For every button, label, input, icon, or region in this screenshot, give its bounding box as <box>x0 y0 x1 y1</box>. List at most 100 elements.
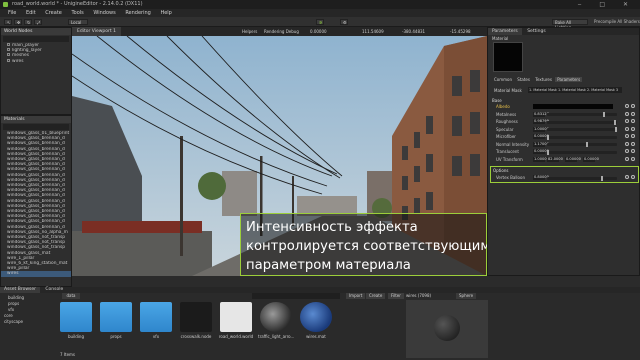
reset-icon[interactable] <box>625 119 629 123</box>
param-value-field[interactable]: 0.00000 <box>533 134 549 139</box>
revert-icon[interactable] <box>631 134 635 138</box>
vertex-balloon-value[interactable]: 0.80000 <box>533 175 549 180</box>
reset-icon[interactable] <box>625 156 629 161</box>
param-row-roughness[interactable]: Roughness 0.98799 <box>493 119 635 125</box>
asset-name: props <box>110 334 122 339</box>
menu-create[interactable]: Create <box>45 10 62 16</box>
revert-icon[interactable] <box>631 141 635 146</box>
scale-tool-button[interactable]: ⤢ <box>34 19 42 25</box>
reset-icon[interactable] <box>625 134 629 138</box>
param-row-specular[interactable]: Specular 1.00000 <box>493 126 635 133</box>
revert-icon[interactable] <box>631 111 635 116</box>
viewport-rendering-debug[interactable]: Rendering Debug <box>264 27 299 36</box>
tab-settings[interactable]: Settings <box>523 28 549 35</box>
tab-states[interactable]: States <box>515 77 532 82</box>
window-controls[interactable]: ‒ □ ✕ <box>578 0 636 9</box>
play-icon[interactable]: ✲ <box>316 19 324 25</box>
param-slider[interactable] <box>547 142 617 147</box>
tab-common[interactable]: Common <box>492 77 514 82</box>
path-breadcrumb[interactable]: data <box>62 293 80 299</box>
editor-viewport[interactable]: Интенсивность эффекта контролируется соо… <box>72 36 487 276</box>
param-value-field[interactable]: 0.83127 <box>533 111 549 117</box>
param-slider[interactable] <box>547 149 617 155</box>
menu-edit[interactable]: Edit <box>26 10 36 16</box>
tab-textures[interactable]: Textures <box>533 77 554 82</box>
settings-icon[interactable]: ⚙ <box>340 19 348 25</box>
revert-icon[interactable] <box>631 156 635 161</box>
tab-asset-browser[interactable]: Asset Browser <box>0 287 40 293</box>
param-slider[interactable] <box>547 119 617 125</box>
asset-item[interactable]: props <box>98 302 134 344</box>
asset-item[interactable]: wires.mat <box>298 302 334 344</box>
uv-transform-field[interactable]: 82.0000 <box>547 156 563 162</box>
reset-icon[interactable] <box>625 149 629 153</box>
param-row-metalness[interactable]: Metalness 0.83127 <box>493 111 635 118</box>
menu-tools[interactable]: Tools <box>71 10 83 16</box>
reset-icon[interactable] <box>625 175 629 179</box>
menu-windows[interactable]: Windows <box>93 10 115 16</box>
param-row-microfiber[interactable]: Microfiber 0.00000 <box>493 134 635 140</box>
param-value-field[interactable]: 1.17000 <box>533 141 549 147</box>
param-row-albedo[interactable]: Albedo <box>493 104 635 110</box>
menu-rendering[interactable]: Rendering <box>125 10 151 16</box>
materials-search-input[interactable] <box>3 124 69 130</box>
asset-name: vfx <box>152 334 160 339</box>
folder-item[interactable]: cityscape <box>2 319 50 325</box>
material-mask-field[interactable]: 1. Material Mask 1. Material Mask 2. Mat… <box>528 87 622 93</box>
param-value-field[interactable]: 1.00000 <box>533 156 549 162</box>
tab-parameters[interactable]: Parameters <box>488 28 522 35</box>
material-list-item[interactable]: windows_glass_brennan_d <box>1 141 71 146</box>
param-slider[interactable] <box>547 112 617 117</box>
move-tool-button[interactable]: ✥ <box>14 19 22 25</box>
param-value-field[interactable]: 1.00000 <box>533 126 549 132</box>
reset-icon[interactable] <box>625 141 629 146</box>
vertex-balloon-row[interactable]: Vertex Balloon 0.80000 <box>493 175 635 181</box>
material-list-item[interactable]: windows_glass_brennan_d <box>1 219 71 224</box>
tree-item[interactable]: wires <box>1 58 71 64</box>
uv-transform-field[interactable]: 0.00000 <box>583 156 599 162</box>
space-mode-select[interactable]: Local <box>68 19 88 25</box>
param-row-uv-transform[interactable]: UV Transform 1.00000 82.0000 0.00000 0.00000 <box>493 156 635 163</box>
import-button[interactable]: Import <box>346 293 366 299</box>
material-list-item[interactable]: windows_glass_brennan_d <box>1 167 71 172</box>
param-row-normal-intensity[interactable]: Normal Intensity 1.17000 <box>493 141 635 148</box>
param-value-field[interactable]: 0.98799 <box>533 119 549 124</box>
vertex-balloon-slider[interactable] <box>547 175 617 181</box>
param-value-field[interactable]: 0.00000 <box>533 149 549 154</box>
preview-shape-select[interactable]: Sphere <box>456 293 477 299</box>
asset-item[interactable]: road_world.world <box>218 302 254 344</box>
bake-lighting-button[interactable]: Bake All Lighting <box>552 19 588 30</box>
asset-search-input[interactable] <box>252 293 340 299</box>
asset-item[interactable]: crosswalk.node <box>178 302 214 344</box>
material-list-item[interactable]: windows_glass_not_transp <box>1 245 71 250</box>
reset-icon[interactable] <box>625 104 629 108</box>
albedo-color-swatch[interactable] <box>533 104 613 109</box>
reset-icon[interactable] <box>625 111 629 116</box>
menu-help[interactable]: Help <box>160 10 171 16</box>
param-row-translucent[interactable]: Translucent 0.00000 <box>493 149 635 155</box>
asset-item[interactable]: traffic_light_arro... <box>258 302 294 344</box>
param-slider[interactable] <box>547 134 617 140</box>
param-slider[interactable] <box>547 127 617 132</box>
filter-button[interactable]: Filter <box>388 293 404 299</box>
revert-icon[interactable] <box>631 104 635 108</box>
tab-editor-viewport[interactable]: Editor Viewport 1 <box>72 27 121 36</box>
reset-icon[interactable] <box>625 126 629 131</box>
world-nodes-search-input[interactable] <box>3 36 69 42</box>
material-list-item[interactable]: wires <box>1 271 71 277</box>
material-list-item[interactable]: windows_glass_brennan_d <box>1 193 71 198</box>
uv-transform-field[interactable]: 0.00000 <box>565 156 581 162</box>
revert-icon[interactable] <box>631 149 635 153</box>
create-button[interactable]: Create <box>366 293 386 299</box>
tab-material-parameters[interactable]: Parameters <box>555 77 583 82</box>
revert-icon[interactable] <box>631 119 635 123</box>
precompile-shaders-label[interactable]: Precompile All Shaders <box>594 19 640 25</box>
revert-icon[interactable] <box>631 175 635 179</box>
viewport-helpers[interactable]: Helpers <box>242 27 257 36</box>
asset-item[interactable]: building <box>58 302 94 344</box>
revert-icon[interactable] <box>631 126 635 131</box>
select-tool-button[interactable]: ↖ <box>4 19 12 25</box>
asset-item[interactable]: vfx <box>138 302 174 344</box>
rotate-tool-button[interactable]: ↻ <box>24 19 32 25</box>
menu-file[interactable]: File <box>8 10 16 16</box>
